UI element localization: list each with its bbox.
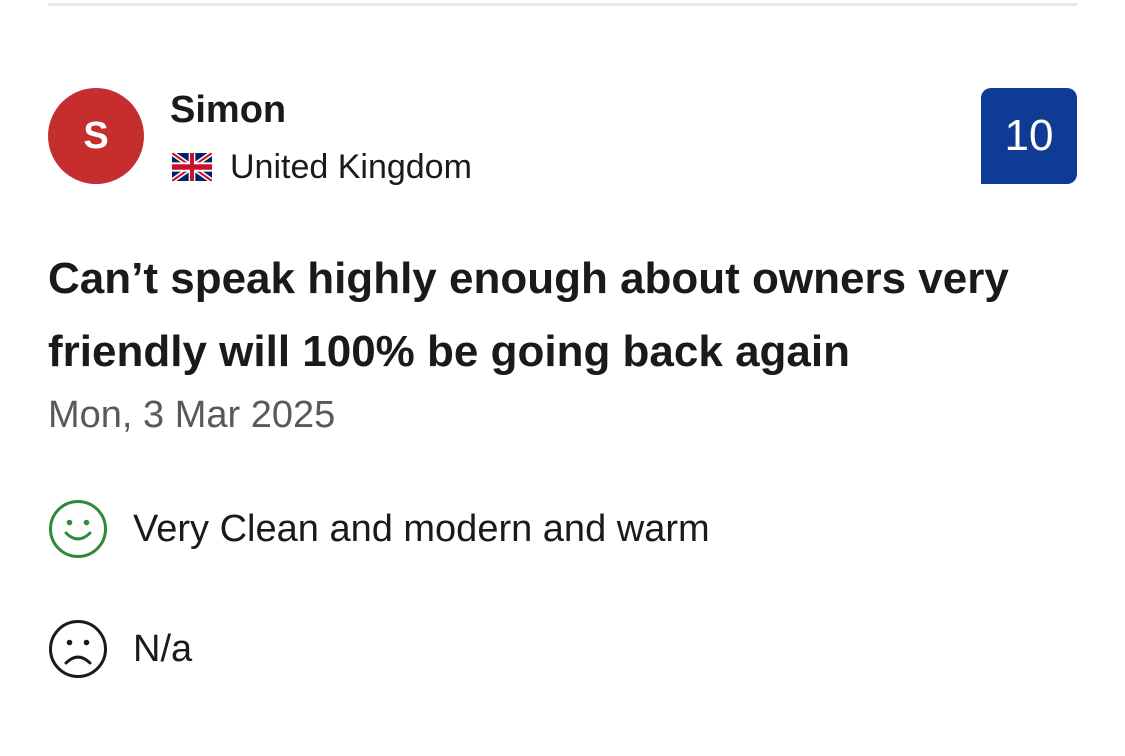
score-value: 10 <box>1004 111 1054 160</box>
avatar: S <box>48 88 144 184</box>
score-badge: 10 <box>981 88 1077 184</box>
top-divider <box>48 3 1077 6</box>
reviewer-name: Simon <box>170 89 287 131</box>
smile-icon <box>49 500 107 558</box>
reviewer-country: United Kingdom <box>172 145 472 189</box>
review-title: Can’t speak highly enough about owners v… <box>48 254 1009 376</box>
positive-feedback: Very Clean and modern and warm <box>48 499 710 559</box>
negative-feedback: N/a <box>48 619 192 679</box>
country-name: United Kingdom <box>230 147 472 186</box>
positive-feedback-text: Very Clean and modern and warm <box>133 507 710 550</box>
uk-flag-icon <box>172 153 212 181</box>
negative-feedback-text: N/a <box>133 627 193 670</box>
frown-icon <box>49 620 107 678</box>
review-date: Mon, 3 Mar 2025 <box>48 394 336 436</box>
avatar-initial: S <box>83 114 109 157</box>
